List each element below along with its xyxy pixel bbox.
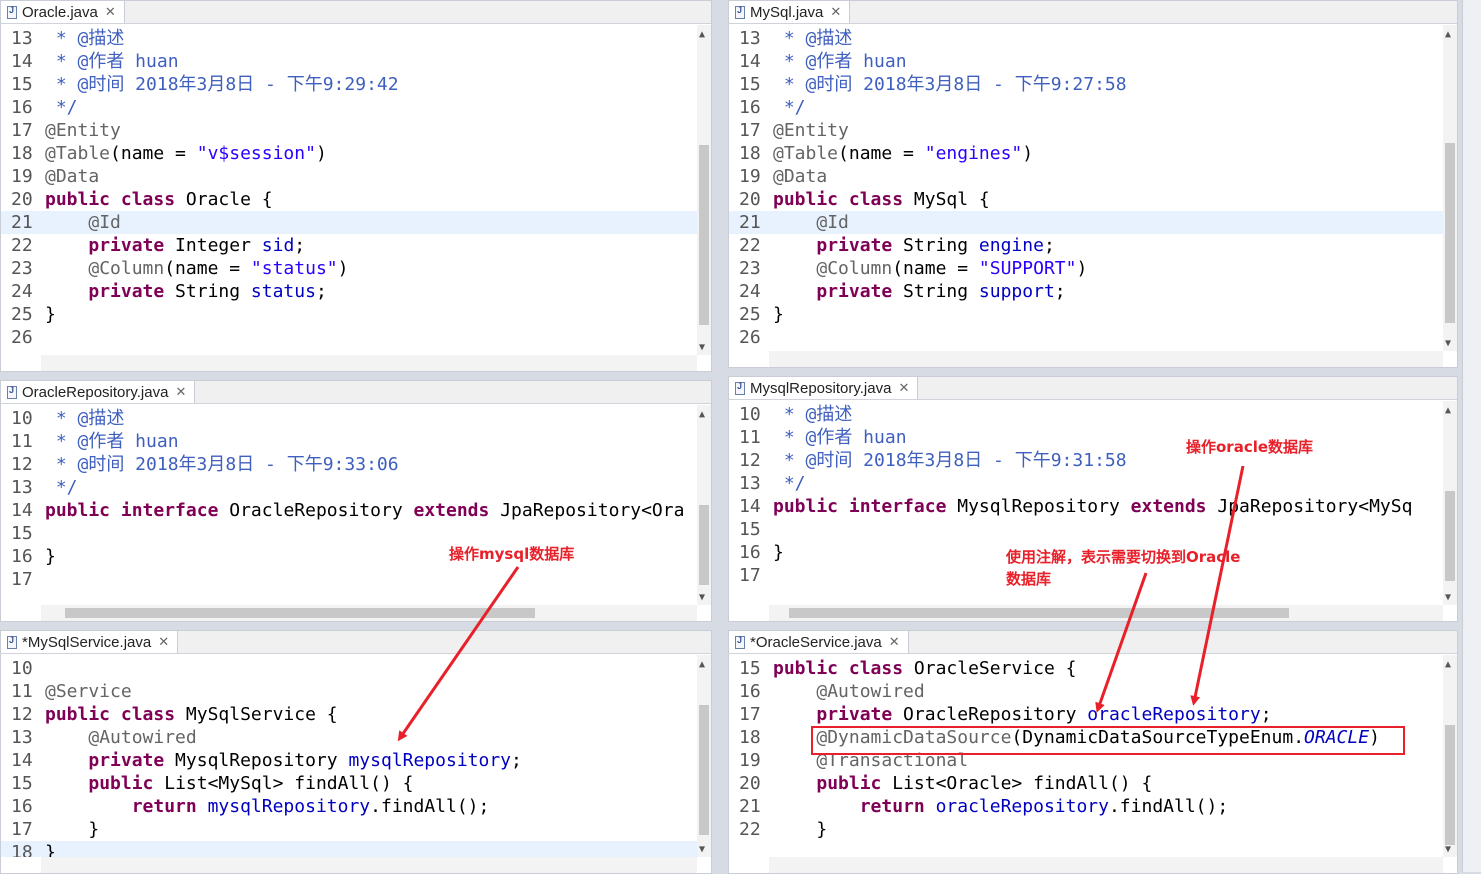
arrow-to-mysql-repository bbox=[397, 566, 520, 742]
arrow-to-dynamic-datasource bbox=[1095, 572, 1148, 713]
annotation-arrows bbox=[397, 465, 1245, 742]
arrow-to-oracle-repository bbox=[1190, 465, 1245, 706]
